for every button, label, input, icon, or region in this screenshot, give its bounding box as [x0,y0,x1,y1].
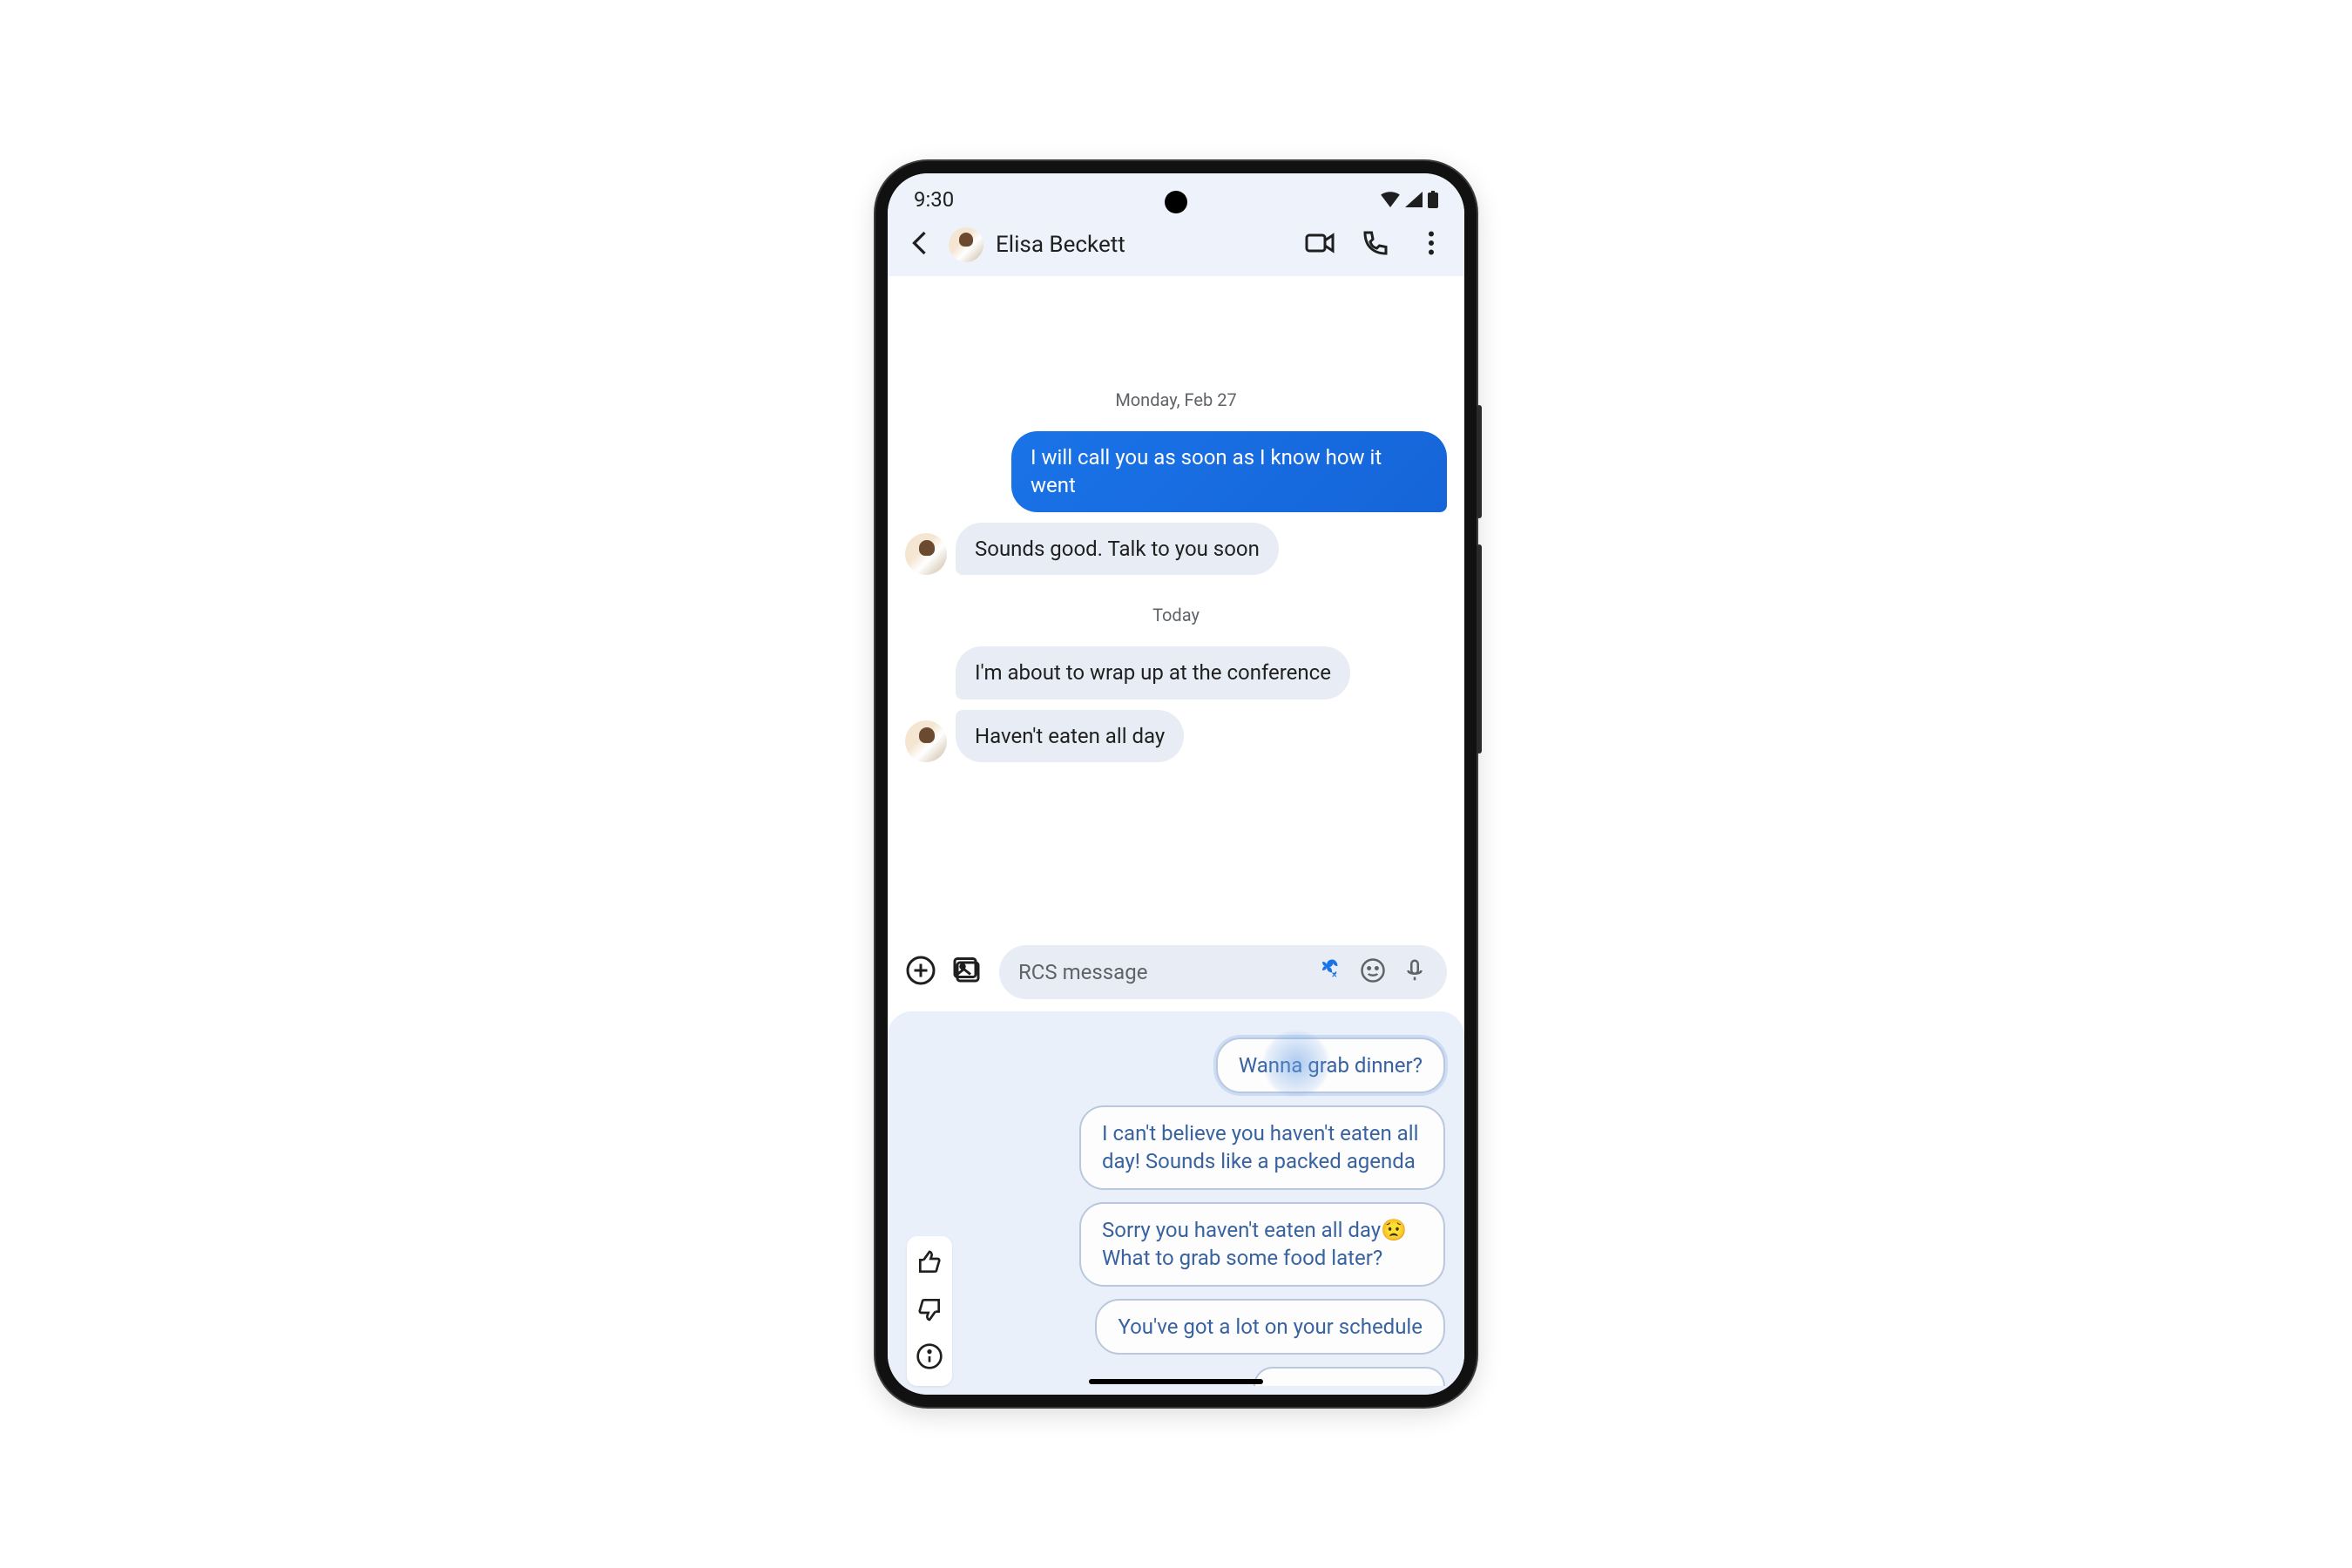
wifi-icon [1381,192,1400,207]
received-message-bubble[interactable]: Haven't eaten all day [956,710,1184,762]
voice-input-button[interactable] [1402,957,1428,987]
suggestion-list: Wanna grab dinner? I can't believe you h… [964,1037,1445,1386]
thumbs-down-button[interactable] [916,1295,943,1327]
more-options-button[interactable] [1416,227,1447,262]
conversation-thread[interactable]: Monday, Feb 27 I will call you as soon a… [888,276,1464,933]
home-indicator[interactable] [1089,1379,1263,1384]
received-message-bubble[interactable]: Sounds good. Talk to you soon [956,523,1279,575]
battery-icon [1428,191,1438,208]
composer: RCS message [888,933,1464,1011]
smart-reply-panel: Wanna grab dinner? I can't believe you h… [888,1011,1464,1395]
message-input-placeholder: RCS message [1018,960,1302,984]
suggestion-text: Wanna grab dinner? [1239,1053,1423,1078]
suggestion-chip[interactable]: You've got a lot on your schedule [1095,1299,1445,1355]
suggestion-chip[interactable]: Sorry you haven't eaten all day😟 What to… [1079,1202,1445,1287]
thumbs-up-button[interactable] [916,1248,943,1280]
received-message-bubble[interactable]: I'm about to wrap up at the conference [956,646,1350,699]
suggestion-chip[interactable] [1254,1367,1445,1386]
status-time: 9:30 [914,187,954,212]
contact-avatar[interactable] [949,227,983,262]
message-row: I'm about to wrap up at the conference [905,646,1447,699]
date-divider: Monday, Feb 27 [905,389,1447,410]
status-icons [1381,191,1438,208]
screen: 9:30 Elisa Beckett [888,173,1464,1395]
add-attachment-button[interactable] [905,955,936,990]
video-call-button[interactable] [1304,227,1335,262]
feedback-column [907,1236,952,1386]
sender-avatar[interactable] [905,720,947,762]
front-camera [1165,191,1187,213]
sent-message-bubble[interactable]: I will call you as soon as I know how it… [1011,431,1447,512]
volume-button [1477,405,1482,518]
message-row: I will call you as soon as I know how it… [905,431,1447,512]
signal-icon [1405,192,1423,207]
voice-call-button[interactable] [1360,227,1391,262]
phone-frame: 9:30 Elisa Beckett [875,161,1477,1407]
message-row: Sounds good. Talk to you soon [905,523,1447,575]
conversation-header: Elisa Beckett [888,219,1464,276]
suggestion-chip[interactable]: I can't believe you haven't eaten all da… [1079,1105,1445,1190]
suggestion-chip[interactable]: Wanna grab dinner? [1216,1037,1445,1093]
date-divider: Today [905,605,1447,625]
contact-name[interactable]: Elisa Beckett [996,232,1292,258]
info-button[interactable] [916,1342,943,1374]
message-row: Haven't eaten all day [905,710,1447,762]
gallery-button[interactable] [952,955,983,990]
message-input[interactable]: RCS message [999,945,1447,999]
magic-compose-icon[interactable] [1318,957,1344,987]
back-button[interactable] [905,227,936,262]
power-button [1477,544,1482,754]
emoji-button[interactable] [1360,957,1386,987]
sender-avatar[interactable] [905,533,947,575]
